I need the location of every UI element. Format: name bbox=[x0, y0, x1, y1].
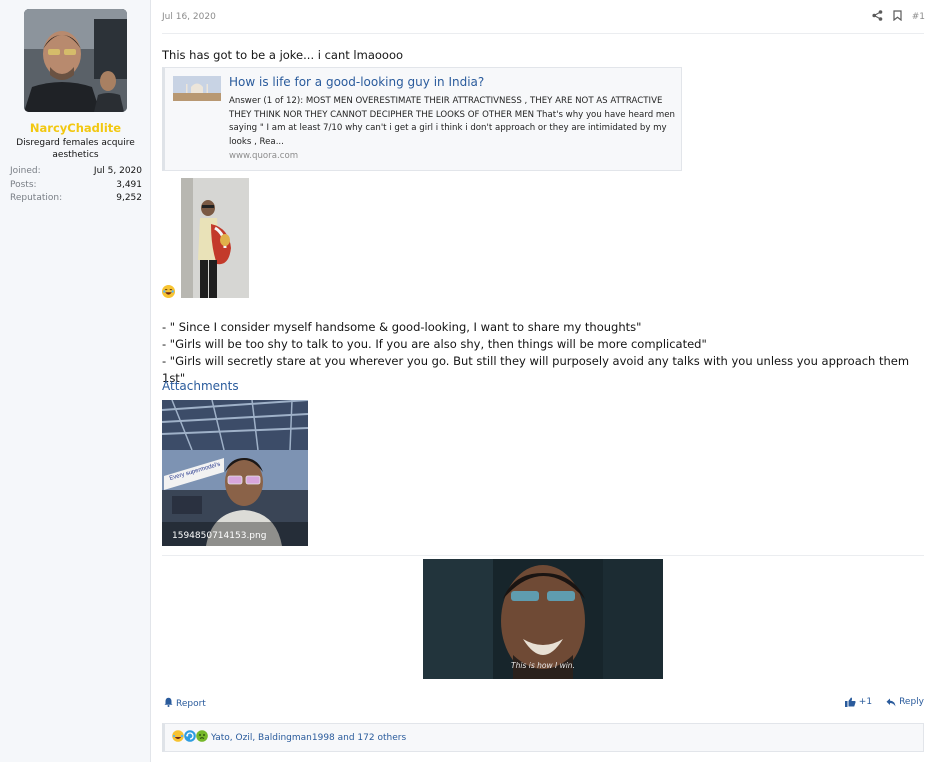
stat-value: Jul 5, 2020 bbox=[93, 166, 142, 176]
attachments-divider bbox=[162, 555, 924, 556]
post-number[interactable]: #1 bbox=[912, 12, 925, 22]
stat-value[interactable]: 3,491 bbox=[116, 180, 142, 194]
thumbs-up-icon bbox=[844, 697, 856, 707]
reply-icon bbox=[886, 698, 896, 706]
user-title: Disregard females acquire aesthetics bbox=[16, 138, 135, 160]
post-intro-text: This has got to be a joke... i cant lmao… bbox=[162, 48, 404, 62]
attachment-filename[interactable]: 1594850714153.png bbox=[172, 531, 266, 541]
quote-line: - "Girls will secretly stare at you wher… bbox=[162, 354, 910, 385]
gif-caption: This is how I win. bbox=[511, 661, 575, 670]
reply-button[interactable]: Reply bbox=[886, 697, 924, 707]
reaction-rotate-icon bbox=[184, 730, 196, 745]
laughing-emoji-icon bbox=[162, 285, 175, 298]
like-count[interactable]: +1 bbox=[859, 697, 872, 707]
stat-label: Joined: bbox=[10, 166, 41, 176]
reaction-sick-icon bbox=[196, 730, 208, 745]
post-header-actions: #1 bbox=[872, 10, 925, 24]
bookmark-icon[interactable] bbox=[893, 10, 902, 24]
header-divider bbox=[162, 33, 924, 34]
attachment-thumbnail[interactable]: Every supermodel's 1594850714153.png bbox=[162, 400, 308, 546]
stat-label: Reputation: bbox=[10, 193, 63, 203]
username[interactable]: NarcyChadlite bbox=[0, 121, 151, 135]
reactions-bar: Yato, Ozil, Baldingman1998 and 172 other… bbox=[162, 723, 924, 752]
post-actions: +1 Reply bbox=[844, 697, 924, 707]
stat-joined: Joined: Jul 5, 2020 bbox=[10, 166, 142, 180]
user-avatar[interactable] bbox=[24, 9, 127, 112]
attachments-heading: Attachments bbox=[162, 379, 239, 393]
reaction-laugh-icon bbox=[172, 730, 184, 745]
link-preview-title[interactable]: How is life for a good-looking guy in In… bbox=[229, 75, 484, 89]
embedded-photo-man[interactable] bbox=[181, 178, 249, 298]
stat-reputation: Reputation: 9,252 bbox=[10, 193, 142, 207]
stat-posts: Posts: 3,491 bbox=[10, 180, 142, 194]
link-preview-thumbnail bbox=[173, 76, 221, 101]
link-preview-card[interactable]: How is life for a good-looking guy in In… bbox=[162, 67, 682, 171]
user-panel: NarcyChadlite Disregard females acquire … bbox=[0, 0, 151, 762]
share-icon[interactable] bbox=[872, 10, 883, 24]
quote-line: - " Since I consider myself handsome & g… bbox=[162, 320, 642, 334]
bell-icon bbox=[164, 697, 173, 710]
report-link[interactable]: Report bbox=[164, 697, 206, 710]
link-preview-description: Answer (1 of 12): MOST MEN OVERESTIMATE … bbox=[229, 96, 675, 147]
quote-line: - "Girls will be too shy to talk to you.… bbox=[162, 337, 707, 351]
stat-label: Posts: bbox=[10, 179, 37, 190]
report-label[interactable]: Report bbox=[176, 699, 206, 709]
reply-label[interactable]: Reply bbox=[899, 697, 924, 707]
post-date[interactable]: Jul 16, 2020 bbox=[162, 12, 216, 22]
like-button[interactable]: +1 bbox=[844, 697, 872, 707]
user-stats: Joined: Jul 5, 2020 Posts: 3,491 Reputat… bbox=[10, 166, 142, 207]
link-preview-host: www.quora.com bbox=[229, 151, 299, 161]
quoted-lines: - " Since I consider myself handsome & g… bbox=[162, 319, 929, 387]
reactions-list[interactable]: Yato, Ozil, Baldingman1998 and 172 other… bbox=[211, 733, 406, 743]
stat-value: 9,252 bbox=[116, 193, 142, 203]
signature-gif: This is how I win. bbox=[423, 559, 663, 679]
